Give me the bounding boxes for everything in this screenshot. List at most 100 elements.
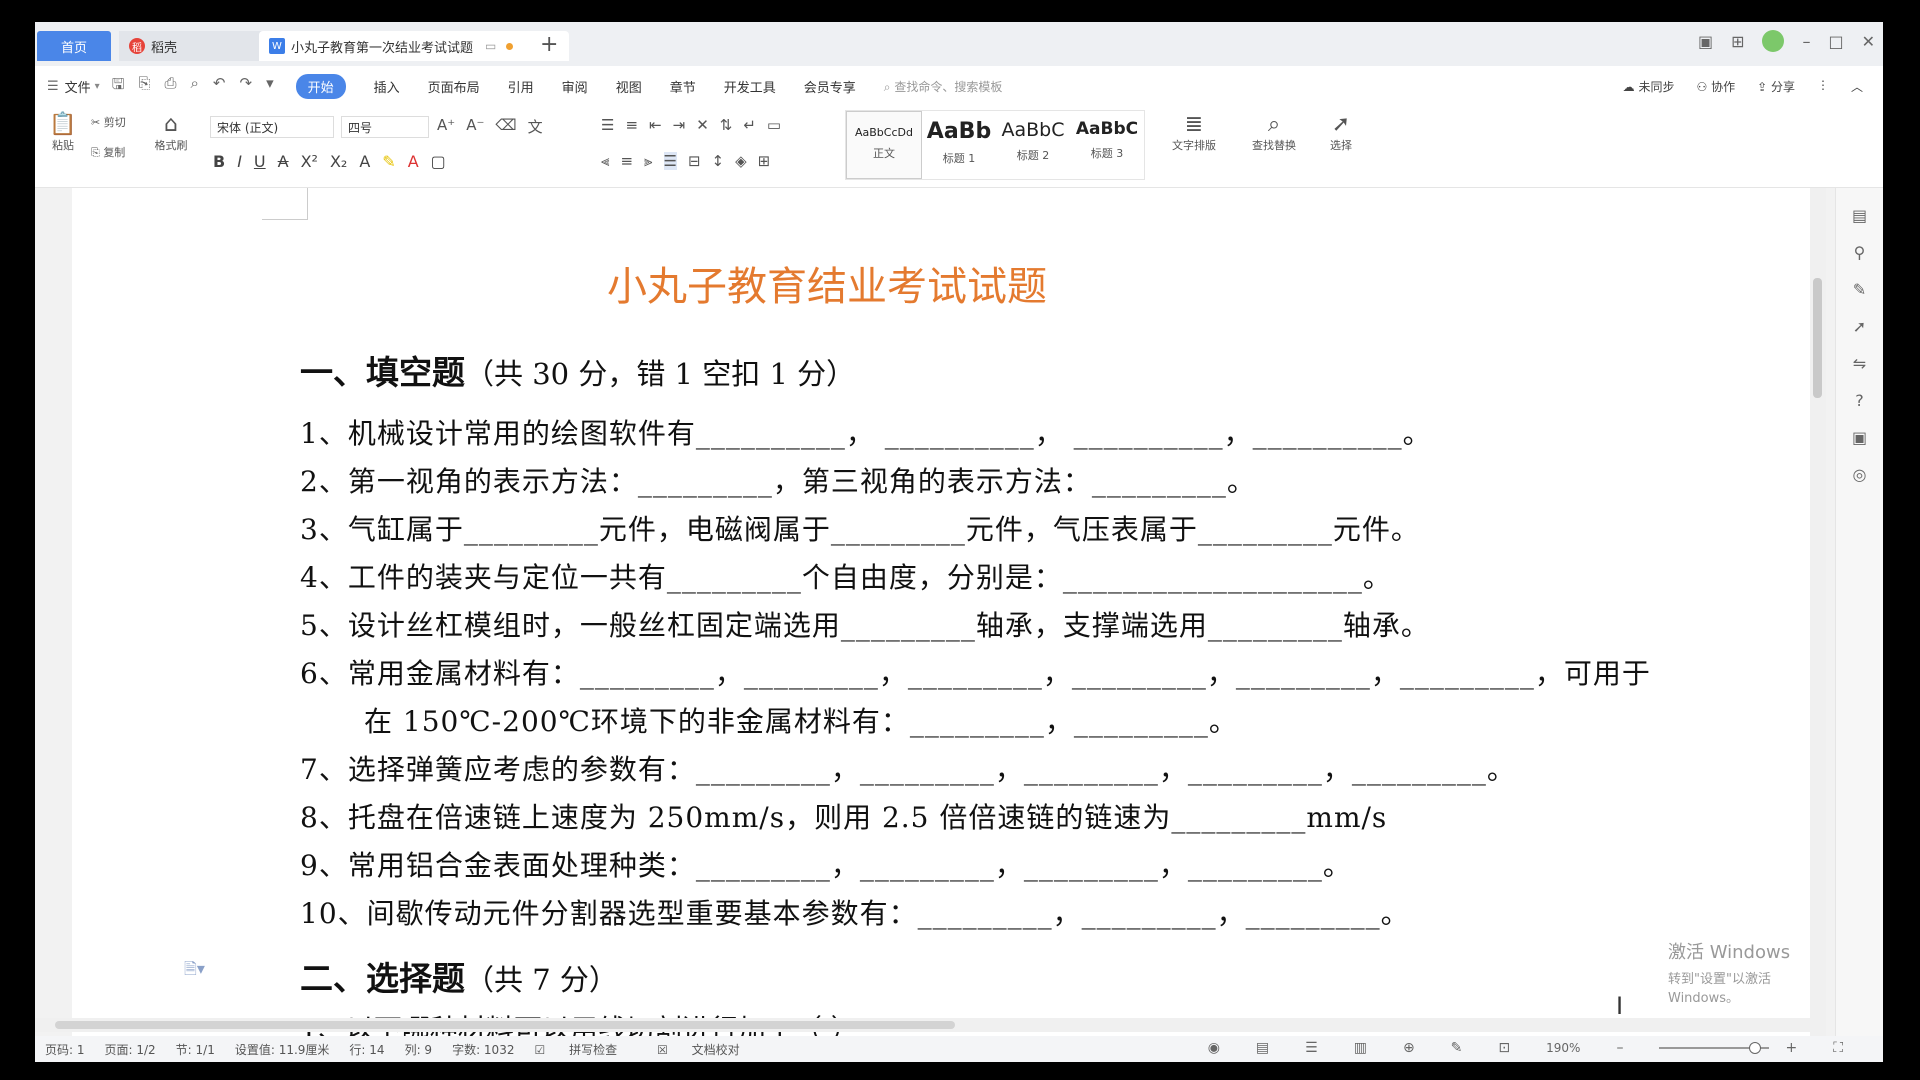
document-page[interactable]: 小丸子教育结业考试试题 一、填空题（共 30 分，错 1 空扣 1 分） 1、机… [72, 188, 1812, 1036]
zoom-level[interactable]: 190% [1546, 1041, 1580, 1055]
font-size-select[interactable]: 四号 [341, 116, 429, 138]
paste-button[interactable]: 📋 粘贴 [43, 112, 83, 153]
status-word-count[interactable]: 字数: 1032 [452, 1041, 514, 1058]
text-layout-button[interactable]: ≣ 文字排版 [1161, 112, 1227, 153]
chevron-down-icon[interactable]: ▾ [95, 81, 100, 92]
style-normal[interactable]: AaBbCcDd 正文 [846, 111, 922, 179]
comment-icon[interactable]: 🗎▾ [184, 958, 205, 985]
chinese-layout-icon[interactable]: ✕ [696, 116, 709, 134]
superscript-icon[interactable]: X² [301, 152, 318, 171]
tab-home[interactable]: 首页 [37, 31, 111, 61]
select-button[interactable]: ➚ 选择 [1319, 112, 1363, 153]
menu-review[interactable]: 审阅 [562, 77, 588, 96]
style-heading-1[interactable]: AaBb 标题 1 [922, 111, 996, 179]
zoom-out-icon[interactable]: – [1616, 1040, 1623, 1056]
shrink-font-icon[interactable]: A⁻ [466, 116, 484, 137]
zoom-in-icon[interactable]: + [1785, 1040, 1797, 1056]
font-color-icon[interactable]: A [408, 152, 419, 171]
pen-icon[interactable]: ✎ [1836, 280, 1883, 299]
export-icon[interactable]: ⎘ [138, 74, 150, 99]
find-replace-button[interactable]: ⌕ 查找替换 [1241, 112, 1307, 153]
line-spacing-icon[interactable]: ↕ [712, 152, 725, 170]
grow-font-icon[interactable]: A⁺ [437, 116, 455, 137]
underline-icon[interactable]: U [254, 152, 266, 171]
menu-member[interactable]: 会员专享 [804, 77, 856, 96]
style-heading-3[interactable]: AaBbC 标题 3 [1070, 111, 1144, 179]
align-center-icon[interactable]: ≡ [620, 152, 633, 170]
highlight-icon[interactable]: ✎ [382, 152, 395, 171]
align-right-icon[interactable]: ⫸ [644, 152, 652, 170]
save-icon[interactable]: 🖫 [112, 74, 125, 99]
collapse-ribbon-icon[interactable]: ︿ [1851, 78, 1863, 95]
bullet-list-icon[interactable]: ☰ [601, 116, 614, 134]
align-left-icon[interactable]: ⫷ [601, 152, 609, 170]
horizontal-scroll-thumb[interactable] [55, 1021, 955, 1029]
spell-check-toggle[interactable]: ☑ 拼写检查 [534, 1041, 637, 1058]
numbered-list-icon[interactable]: ≡ [625, 116, 638, 134]
bold-icon[interactable]: B [213, 152, 225, 171]
more-icon[interactable]: ⋮ [1817, 78, 1829, 95]
show-marks-icon[interactable]: ↵ [743, 116, 756, 134]
table-border-icon[interactable]: ▭ [767, 116, 781, 134]
web-view-icon[interactable]: ⊕ [1403, 1040, 1415, 1056]
navigation-icon[interactable]: ⚲ [1836, 243, 1883, 262]
doc-proofread-toggle[interactable]: ☒ 文档校对 [657, 1041, 760, 1058]
copy-button[interactable]: ⎘ 复制 [91, 144, 141, 160]
redo-icon[interactable]: ↷ [240, 74, 253, 99]
avatar[interactable] [1762, 30, 1785, 52]
collaborate-button[interactable]: ⚇ 协作 [1696, 78, 1735, 95]
new-tab-button[interactable]: + [540, 32, 558, 57]
horizontal-scrollbar[interactable] [35, 1018, 1810, 1032]
text-effect-icon[interactable]: A [359, 152, 370, 171]
grid-icon[interactable]: ⊞ [1731, 32, 1744, 51]
style-heading-2[interactable]: AaBbC 标题 2 [996, 111, 1070, 179]
menu-view[interactable]: 视图 [616, 77, 642, 96]
strikethrough-icon[interactable]: A [278, 152, 289, 171]
italic-icon[interactable]: I [237, 152, 242, 171]
vertical-scroll-thumb[interactable] [1813, 278, 1822, 398]
zoom-slider-knob[interactable] [1749, 1042, 1762, 1054]
read-view-icon[interactable]: ▥ [1354, 1040, 1367, 1056]
cut-button[interactable]: ✂ 剪切 [91, 114, 141, 130]
sync-button[interactable]: ☁ 未同步 [1623, 78, 1675, 95]
fullscreen-icon[interactable]: ⛶ [1833, 1040, 1843, 1056]
tab-document[interactable]: W 小丸子教育第一次结业考试试题 ▭ [259, 31, 569, 61]
clear-format-icon[interactable]: ⌫ [495, 116, 516, 137]
print-icon[interactable]: ⎙ [165, 74, 177, 99]
menu-insert[interactable]: 插入 [374, 77, 400, 96]
char-border-icon[interactable]: ▢ [431, 152, 446, 171]
hamburger-icon[interactable]: ☰ [47, 79, 59, 94]
eye-protect-icon[interactable]: ◉ [1208, 1040, 1220, 1056]
decrease-indent-icon[interactable]: ⇤ [649, 116, 662, 134]
outline-view-icon[interactable]: ☰ [1305, 1040, 1318, 1056]
zoom-slider[interactable] [1659, 1042, 1770, 1054]
layout-icon[interactable]: ▣ [1698, 32, 1713, 51]
customize-icon[interactable]: ▾ [266, 74, 274, 99]
vertical-scrollbar[interactable] [1810, 188, 1826, 1036]
adjust-icon[interactable]: ⇋ [1836, 354, 1883, 373]
justify-icon[interactable]: ☰ [663, 152, 677, 170]
distributed-icon[interactable]: ⊟ [688, 152, 701, 170]
tab-draft[interactable]: 稻 稻壳 [119, 31, 279, 61]
minimize-icon[interactable]: – [1802, 32, 1810, 51]
menu-developer[interactable]: 开发工具 [724, 77, 776, 96]
phonetic-icon[interactable]: 文 [528, 116, 543, 137]
menu-file[interactable]: 文件 [65, 77, 91, 96]
format-painter-button[interactable]: ⌂ 格式刷 [149, 112, 193, 153]
menu-home[interactable]: 开始 [295, 73, 346, 99]
close-icon[interactable]: ✕ [1862, 32, 1875, 51]
share-button[interactable]: ⇪ 分享 [1757, 78, 1795, 95]
font-name-select[interactable]: 宋体 (正文) [210, 116, 334, 138]
sort-icon[interactable]: ⇅ [720, 116, 733, 134]
increase-indent-icon[interactable]: ⇥ [673, 116, 686, 134]
subscript-icon[interactable]: X₂ [330, 152, 347, 171]
menu-chapter[interactable]: 章节 [670, 77, 696, 96]
undo-icon[interactable]: ↶ [213, 74, 226, 99]
command-search[interactable]: ⌕ 查找命令、搜索模板 [884, 78, 1003, 95]
menu-page-layout[interactable]: 页面布局 [428, 77, 480, 96]
maximize-icon[interactable]: □ [1828, 32, 1843, 51]
image-icon[interactable]: ▣ [1836, 428, 1883, 447]
write-view-icon[interactable]: ✎ [1451, 1040, 1463, 1056]
pin-icon[interactable]: ▭ [485, 39, 496, 53]
location-icon[interactable]: ◎ [1836, 465, 1883, 484]
